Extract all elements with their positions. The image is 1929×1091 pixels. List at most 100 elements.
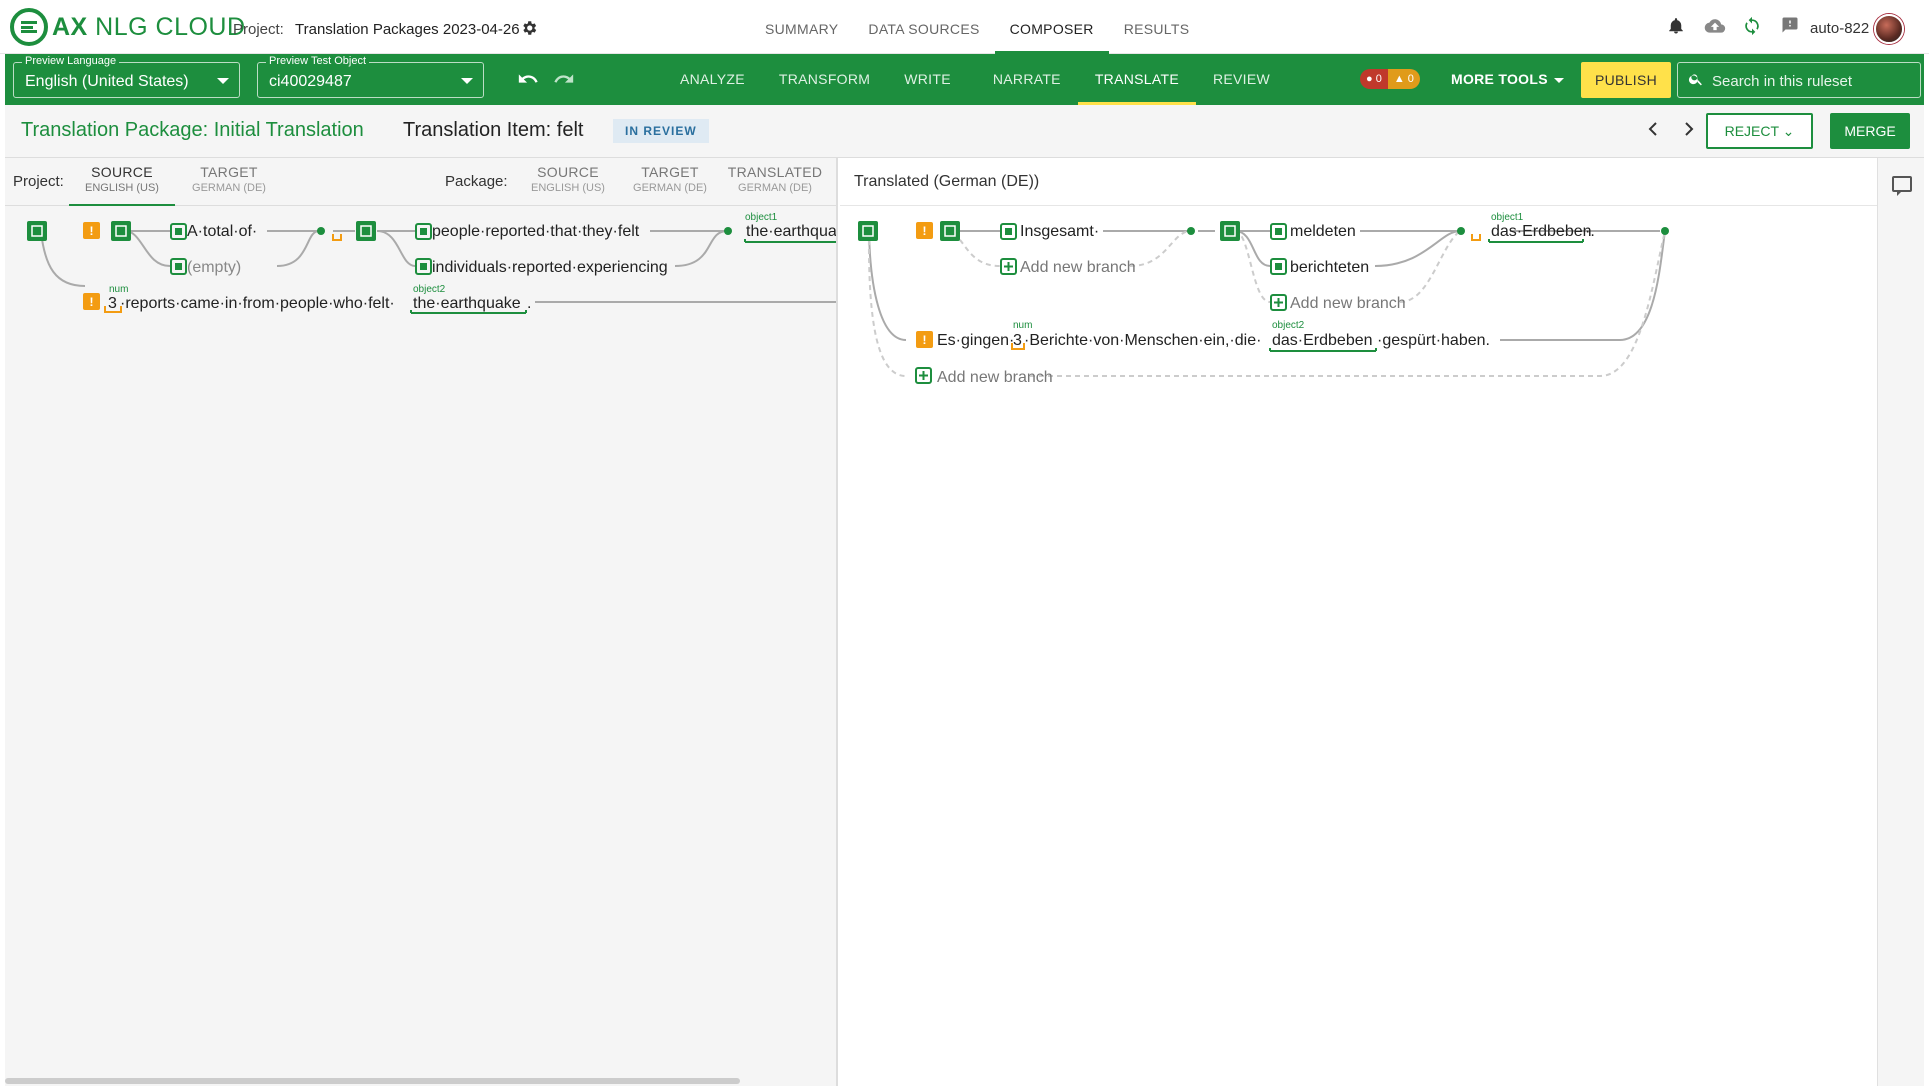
variable-label: num	[1013, 320, 1032, 331]
branch-node-icon[interactable]	[356, 221, 376, 241]
horizontal-scrollbar[interactable]	[5, 1078, 740, 1084]
preview-test-object-value: ci40029487	[269, 73, 352, 90]
merge-button[interactable]: MERGE	[1830, 113, 1910, 149]
tab-results[interactable]: RESULTS	[1109, 0, 1205, 54]
translated-branch-graph: ! ! Insgesamt· Add new branch meldeten b…	[858, 212, 1669, 386]
segment-text[interactable]: meldeten	[1290, 223, 1356, 240]
merge-node	[1187, 227, 1195, 235]
tab-summary[interactable]: SUMMARY	[750, 0, 853, 54]
tab-translate[interactable]: TRANSLATE	[1077, 54, 1196, 105]
svg-text:!: !	[90, 224, 94, 238]
merge-node	[317, 227, 325, 235]
cloud-upload-icon[interactable]	[1703, 16, 1726, 38]
branch-node-icon[interactable]	[940, 221, 960, 241]
tab-review[interactable]: REVIEW	[1196, 54, 1287, 105]
tab-package-translated[interactable]: TRANSLATED GERMAN (DE)	[725, 164, 825, 206]
add-new-branch-link[interactable]: Add new branch	[1020, 259, 1136, 276]
preview-test-object-label: Preview Test Object	[266, 55, 370, 67]
item-title: Translation Item: felt	[403, 119, 584, 141]
variable-label: num	[109, 284, 128, 295]
variable-value[interactable]: das·Erdbeben	[1272, 332, 1373, 349]
composer-subnav: ANALYZE TRANSFORM WRITE NARRATE TRANSLAT…	[663, 54, 1287, 105]
segment-text: .	[527, 295, 531, 312]
segment-text[interactable]: Insgesamt·	[1020, 223, 1099, 240]
source-panel: Project: SOURCE ENGLISH (US) TARGET GERMAN…	[5, 158, 838, 1086]
segment-text[interactable]: ·reports·came·in·from·people·who·felt·	[120, 295, 395, 312]
add-new-branch-link[interactable]: Add new branch	[937, 369, 1053, 386]
comments-rail	[1877, 158, 1924, 1086]
variable-value[interactable]: 3	[108, 295, 117, 312]
logo-text: AX NLG CLOUD	[52, 12, 246, 41]
branch-node-icon[interactable]	[111, 221, 131, 241]
svg-text:!: !	[923, 224, 927, 238]
logo-icon	[10, 8, 48, 46]
search-input[interactable]: Search in this ruleset	[1712, 73, 1852, 90]
feedback-icon[interactable]	[1779, 16, 1801, 38]
branch-node-icon[interactable]	[1220, 221, 1240, 241]
tab-package-source[interactable]: SOURCE ENGLISH (US)	[521, 164, 615, 206]
tab-transform[interactable]: TRANSFORM	[762, 54, 887, 105]
branch-node-icon[interactable]	[27, 221, 47, 241]
reject-button[interactable]: REJECT ⌄	[1706, 113, 1813, 149]
avatar[interactable]	[1874, 14, 1904, 44]
chevron-down-icon	[217, 78, 229, 84]
composer-toolbar: Preview Language English (United States)…	[5, 54, 1924, 105]
undo-icon[interactable]	[517, 68, 539, 96]
error-count-badge: ● 0	[1360, 69, 1388, 89]
tab-analyze[interactable]: ANALYZE	[663, 54, 762, 105]
segment-text: ·.	[1585, 223, 1595, 240]
more-tools-menu[interactable]: MORE TOOLS	[1451, 71, 1564, 87]
variable-value[interactable]: 3	[1013, 332, 1022, 349]
tab-package-target[interactable]: TARGET GERMAN (DE)	[623, 164, 717, 206]
comment-icon[interactable]	[1892, 176, 1912, 196]
preview-language-value: English (United States)	[25, 73, 189, 90]
segment-text[interactable]: A·total·of·	[187, 223, 257, 240]
issues-badge[interactable]: ● 0 ▲ 0	[1360, 69, 1420, 89]
segment-text[interactable]: ·gespürt·haben.	[1377, 332, 1490, 349]
tab-narrate[interactable]: NARRATE	[976, 54, 1078, 105]
segment-text[interactable]: people·reported·that·they·felt	[432, 223, 640, 240]
ruleset-search[interactable]: Search in this ruleset	[1677, 62, 1921, 98]
sync-icon[interactable]	[1741, 16, 1763, 38]
svg-text:!: !	[923, 333, 927, 347]
segment-text[interactable]: individuals·reported·experiencing	[432, 259, 668, 276]
merge-node	[1661, 227, 1669, 235]
chevron-down-icon	[461, 78, 473, 84]
segment-text[interactable]: berichteten	[1290, 259, 1369, 276]
branch-node-icon[interactable]	[858, 221, 878, 241]
segment-text[interactable]: Es·gingen·	[937, 332, 1014, 349]
variable-label: object1	[1491, 212, 1524, 223]
project-label: Project:	[233, 21, 284, 38]
publish-button[interactable]: PUBLISH	[1581, 62, 1671, 98]
chevron-left-icon[interactable]	[1647, 119, 1659, 145]
tab-composer[interactable]: COMPOSER	[994, 0, 1109, 54]
chevron-down-icon: ⌄	[1782, 123, 1795, 139]
app-root: AX NLG CLOUD Project: Translation Packag…	[0, 0, 1929, 1091]
gear-icon[interactable]	[520, 19, 538, 37]
status-badge: IN REVIEW	[613, 119, 709, 143]
variable-value[interactable]: the·earthquake	[413, 295, 521, 312]
tab-write[interactable]: WRITE	[887, 54, 968, 105]
redo-icon[interactable]	[553, 68, 575, 96]
chevron-right-icon[interactable]	[1683, 119, 1695, 145]
variable-value[interactable]: das·Erdbeben	[1491, 223, 1592, 240]
tab-data-sources[interactable]: DATA SOURCES	[853, 0, 994, 54]
preview-language-label: Preview Language	[22, 55, 120, 67]
package-tabs-label: Package:	[445, 173, 508, 190]
tab-project-target[interactable]: TARGET GERMAN (DE)	[185, 164, 273, 206]
tab-project-source[interactable]: SOURCE ENGLISH (US)	[69, 164, 175, 206]
top-icons	[1665, 16, 1801, 38]
top-bar: AX NLG CLOUD Project: Translation Packag…	[0, 0, 1929, 54]
variable-value[interactable]: the·earthqua	[746, 223, 837, 240]
app-logo[interactable]: AX NLG CLOUD	[10, 8, 246, 46]
preview-test-object-select[interactable]: Preview Test Object ci40029487	[257, 55, 484, 98]
segment-text-empty[interactable]: (empty)	[187, 259, 241, 276]
user-name[interactable]: auto-822	[1810, 20, 1869, 37]
bell-icon[interactable]	[1665, 16, 1687, 38]
preview-language-select[interactable]: Preview Language English (United States)	[13, 55, 240, 98]
variable-label: object2	[413, 284, 446, 295]
translated-panel-header: Translated (German (DE))	[840, 158, 1877, 206]
project-name[interactable]: Translation Packages 2023-04-26	[295, 21, 520, 38]
add-new-branch-link[interactable]: Add new branch	[1290, 295, 1406, 312]
segment-text[interactable]: ·Berichte·von·Menschen·ein,·die·	[1024, 332, 1261, 349]
